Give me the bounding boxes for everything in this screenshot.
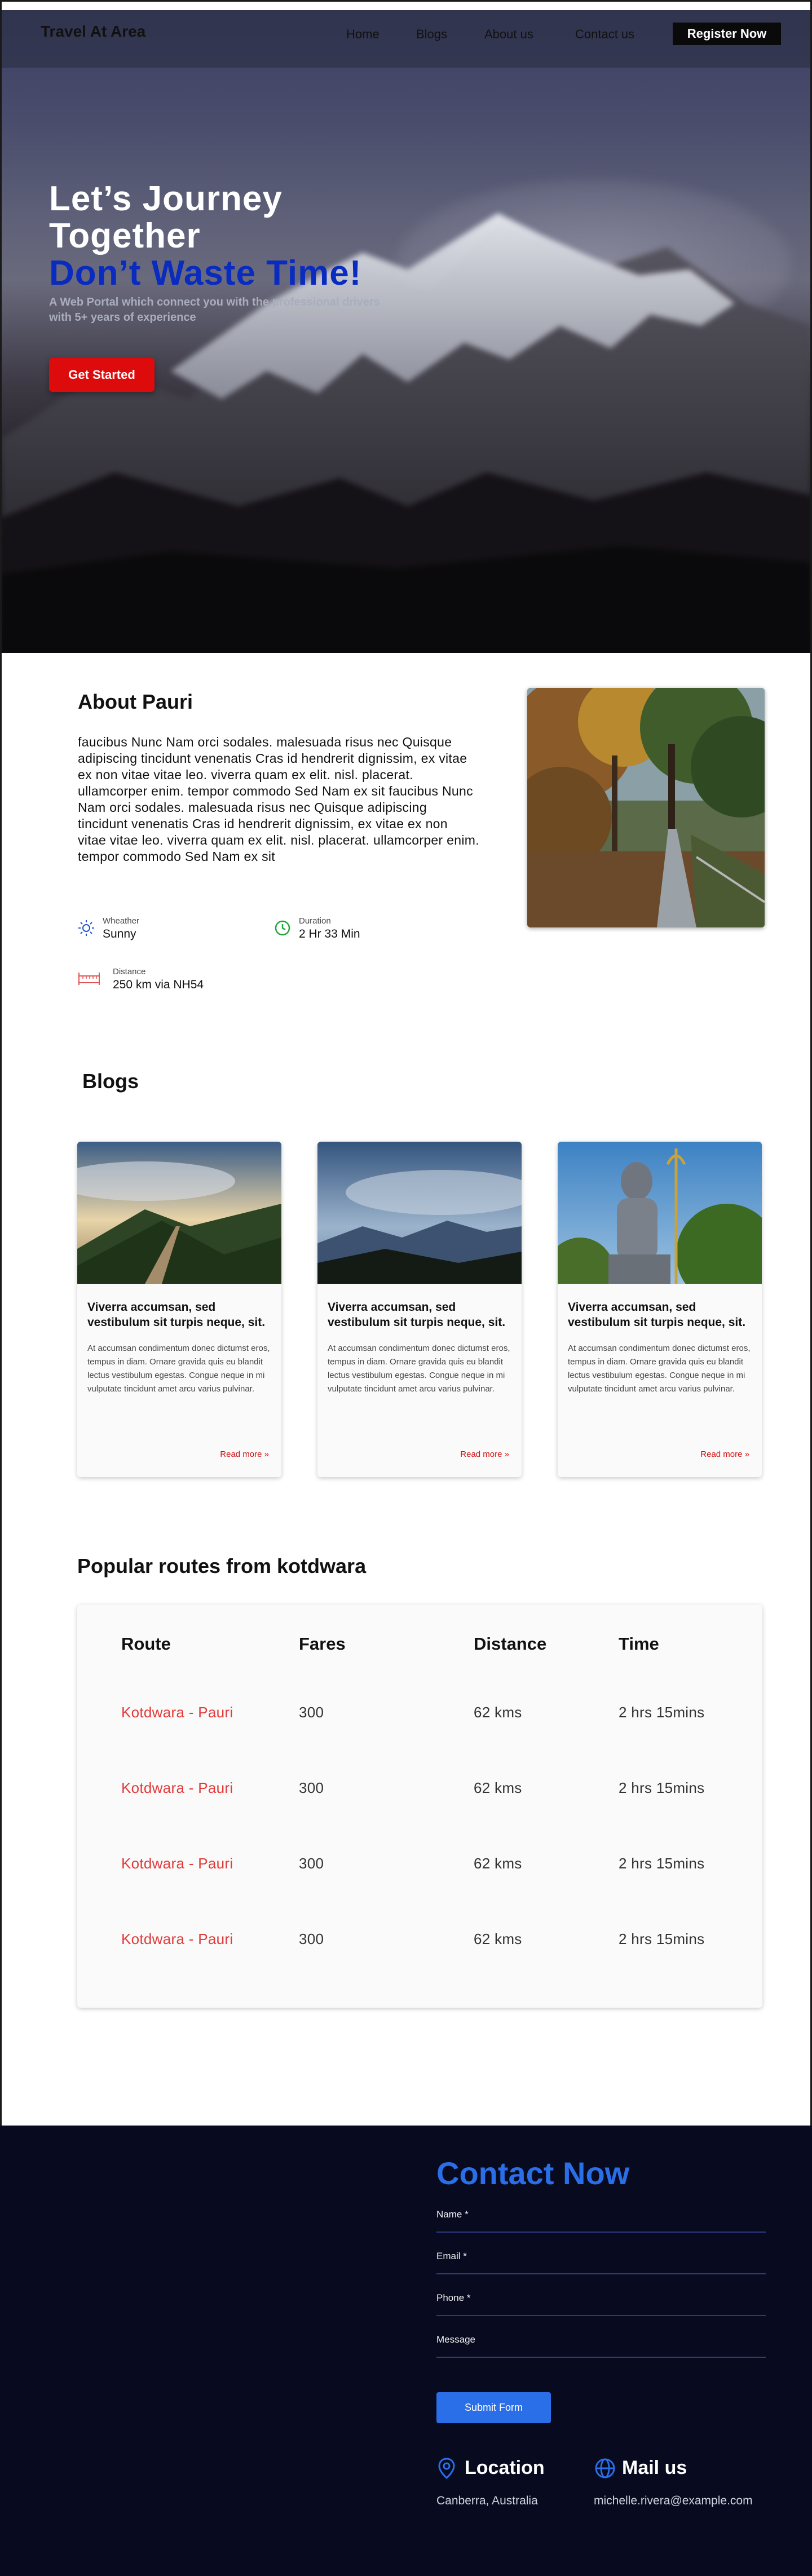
blog-title[interactable]: Viverra accumsan, sed vestibulum sit tur… [328,1300,514,1330]
blog-excerpt: At accumsan condimentum donec dictumst e… [328,1344,510,1394]
blog-image-valley [317,1142,522,1284]
contact-title: Contact Now [436,2155,630,2191]
weather-value: Sunny [103,927,136,940]
table-header-distance: Distance [474,1634,547,1654]
distance-cell: 62 kms [474,1855,522,1872]
nav-item-blogs[interactable]: Blogs [416,27,447,42]
blogs-title: Blogs [82,1070,139,1093]
blog-title[interactable]: Viverra accumsan, sed vestibulum sit tur… [568,1300,754,1330]
register-now-button[interactable]: Register Now [673,23,781,45]
time-cell: 2 hrs 15mins [619,1704,705,1721]
mail-link[interactable]: michelle.rivera@example.com [594,2494,753,2508]
distance-value: 250 km via NH54 [113,978,204,991]
location-heading: Location [465,2457,545,2478]
time-cell: 2 hrs 15mins [619,1855,705,1872]
hero-title-line1: Let’s Journey [49,179,283,218]
table-header-time: Time [619,1634,659,1654]
nav-item-about-us[interactable]: About us [484,27,533,42]
blog-image-shiva-statue [558,1142,762,1284]
fare-cell: 300 [299,1779,324,1796]
duration-value: 2 Hr 33 Min [299,927,360,940]
blog-image-ridge [77,1142,281,1284]
email-field[interactable]: Email * [436,2251,766,2274]
blog-card[interactable]: Viverra accumsan, sed vestibulum sit tur… [317,1142,522,1477]
read-more-link[interactable]: Read more » [700,1450,749,1459]
table-header-route: Route [121,1634,171,1654]
blog-excerpt: At accumsan condimentum donec dictumst e… [87,1344,270,1394]
read-more-link[interactable]: Read more » [460,1450,509,1459]
distance-label: Distance [113,967,146,977]
routes-table: Route Fares Distance Time Kotdwara - Pau… [77,1605,762,2008]
distance-ruler-icon [78,973,100,985]
message-field-label: Message [436,2334,475,2345]
route-link[interactable]: Kotdwara - Pauri [121,1704,233,1721]
hero-title-line2: Together [49,216,201,255]
nav-item-contact-us[interactable]: Contact us [575,27,634,42]
message-field[interactable]: Message [436,2334,766,2358]
distance-cell: 62 kms [474,1930,522,1947]
get-started-button[interactable]: Get Started [49,358,155,392]
blog-excerpt: At accumsan condimentum donec dictumst e… [568,1344,751,1394]
submit-form-button[interactable]: Submit Form [436,2392,551,2423]
name-field-label: Name * [436,2209,469,2220]
about-text: faucibus Nunc Nam orci sodales. malesuad… [78,735,479,864]
forest-road-image [527,688,765,927]
mail-heading: Mail us [622,2457,687,2478]
hero-mountain-image [2,213,810,653]
fare-cell: 300 [299,1704,324,1721]
hero-description: A Web Portal which connect you with the … [49,296,380,324]
about-photo [527,688,765,927]
time-cell: 2 hrs 15mins [619,1779,705,1796]
distance-cell: 62 kms [474,1779,522,1796]
table-header-fares: Fares [299,1634,346,1654]
hero-section [2,10,810,653]
brand-logo[interactable]: Travel At Area [41,23,145,41]
weather-label: Wheather [103,916,140,926]
nav-item-home[interactable]: Home [346,27,379,42]
globe-icon [595,2458,615,2478]
time-cell: 2 hrs 15mins [619,1930,705,1947]
name-field[interactable]: Name * [436,2209,766,2233]
location-pin-icon [438,2458,455,2479]
blog-card[interactable]: Viverra accumsan, sed vestibulum sit tur… [558,1142,762,1477]
hero-subtitle: Don’t Waste Time! [49,254,362,293]
blog-card[interactable]: Viverra accumsan, sed vestibulum sit tur… [77,1142,281,1477]
distance-cell: 62 kms [474,1704,522,1721]
route-link[interactable]: Kotdwara - Pauri [121,1779,233,1797]
phone-field-label: Phone * [436,2292,471,2303]
duration-label: Duration [299,916,331,926]
read-more-link[interactable]: Read more » [220,1450,269,1459]
route-link[interactable]: Kotdwara - Pauri [121,1930,233,1948]
hero-title: Let’s Journey Together [49,180,283,255]
clock-icon [275,920,290,936]
sun-icon [78,920,94,936]
about-title: About Pauri [78,690,193,713]
blog-title[interactable]: Viverra accumsan, sed vestibulum sit tur… [87,1300,273,1330]
routes-title: Popular routes from kotdwara [77,1554,367,1578]
email-field-label: Email * [436,2251,467,2261]
phone-field[interactable]: Phone * [436,2292,766,2316]
fare-cell: 300 [299,1855,324,1872]
fare-cell: 300 [299,1930,324,1947]
route-link[interactable]: Kotdwara - Pauri [121,1855,233,1872]
contact-section: Contact Now Name * Email * Phone * Messa… [0,2126,812,2576]
location-value: Canberra, Australia [436,2494,538,2507]
